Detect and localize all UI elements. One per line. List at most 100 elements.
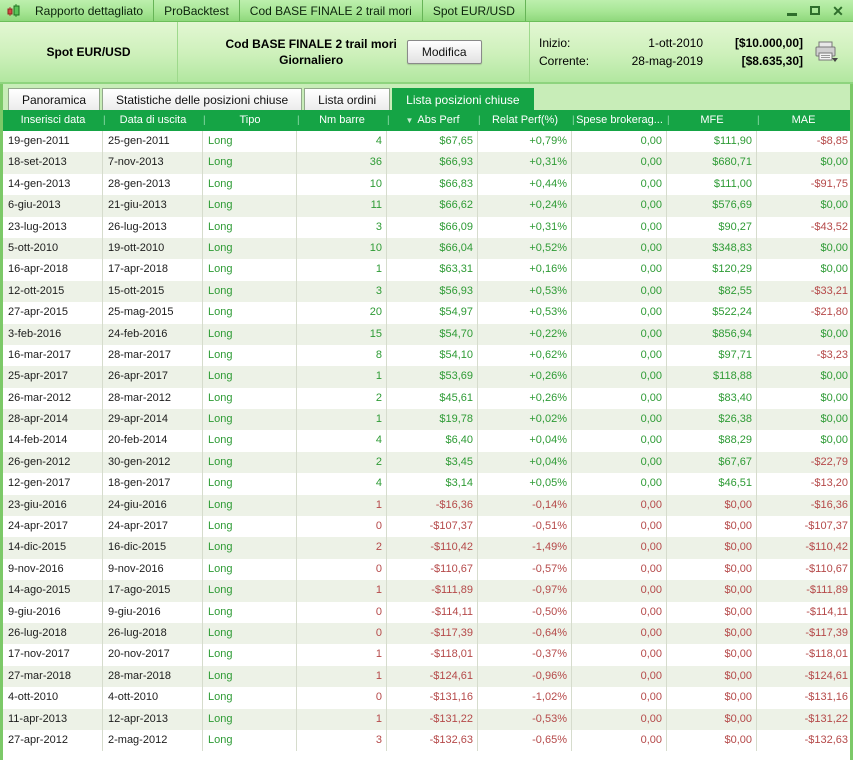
cell-exit: 25-mag-2015: [103, 302, 203, 324]
cell-abs: -$110,42: [387, 537, 478, 559]
column-header-abs-perf[interactable]: ▼Abs Perf: [387, 110, 478, 131]
table-row[interactable]: 4-ott-2010 4-ott-2010 Long 0 -$131,16 -1,02% 0…: [3, 687, 850, 709]
cell-mae: -$132,63: [757, 729, 850, 752]
column-header-mae[interactable]: MAE: [757, 110, 850, 131]
cell-entry: 12-gen-2017: [3, 473, 103, 495]
cell-relat: +0,31%: [478, 152, 572, 174]
titlebar-tab-rapporto-dettagliato[interactable]: Rapporto dettagliato: [25, 0, 155, 21]
table-row[interactable]: 6-giu-2013 21-giu-2013 Long 11 $66,62 +0,24% 0…: [3, 195, 850, 217]
column-header-relat-perf[interactable]: Relat Perf(%): [478, 110, 572, 131]
column-header-mfe[interactable]: MFE: [667, 110, 757, 131]
table-row[interactable]: 3-feb-2016 24-feb-2016 Long 15 $54,70 +0,22% 0…: [3, 323, 850, 345]
titlebar-drag-area[interactable]: [526, 0, 785, 21]
cell-abs: $66,09: [387, 216, 478, 238]
modify-button[interactable]: Modifica: [406, 40, 482, 64]
table-row[interactable]: 18-set-2013 7-nov-2013 Long 36 $66,93 +0,31% 0…: [3, 152, 850, 174]
cell-tipo: Long: [203, 195, 297, 217]
table-row[interactable]: 14-feb-2014 20-feb-2014 Long 4 $6,40 +0,04% 0,…: [3, 430, 850, 452]
table-row[interactable]: 23-giu-2016 24-giu-2016 Long 1 -$16,36 -0,14%…: [3, 494, 850, 517]
table-row[interactable]: 19-gen-2011 25-gen-2011 Long 4 $67,65 +0,79% 0…: [3, 131, 850, 153]
cell-mae: -$13,20: [757, 473, 850, 495]
cell-tipo: Long: [203, 366, 297, 388]
report-header: Spot EUR/USD Cod BASE FINALE 2 trail mor…: [0, 22, 853, 84]
cell-entry: 24-apr-2017: [3, 516, 103, 538]
cell-abs: $66,83: [387, 173, 478, 196]
cell-exit: 28-mar-2017: [103, 344, 203, 367]
cell-mae: -$8,85: [757, 131, 850, 153]
table-row[interactable]: 14-dic-2015 16-dic-2015 Long 2 -$110,42 -1,49…: [3, 537, 850, 559]
cell-relat: -0,65%: [478, 729, 572, 752]
cell-abs: -$111,89: [387, 580, 478, 602]
table-row[interactable]: 12-ott-2015 15-ott-2015 Long 3 $56,93 +0,53% 0…: [3, 280, 850, 303]
table-row[interactable]: 26-gen-2012 30-gen-2012 Long 2 $3,45 +0,04% 0,…: [3, 451, 850, 474]
table-row[interactable]: 16-apr-2018 17-apr-2018 Long 1 $63,31 +0,16% 0…: [3, 259, 850, 281]
table-row[interactable]: 25-apr-2017 26-apr-2017 Long 1 $53,69 +0,26% 0…: [3, 366, 850, 388]
corrente-value: [$8.635,30]: [741, 54, 803, 68]
table-row[interactable]: 27-apr-2012 2-mag-2012 Long 3 -$132,63 -0,65%…: [3, 729, 850, 752]
titlebar-tab-cod-base-finale-2-trail-mori[interactable]: Cod BASE FINALE 2 trail mori: [240, 0, 423, 21]
cell-exit: 28-mar-2018: [103, 665, 203, 688]
table-row[interactable]: 5-ott-2010 19-ott-2010 Long 10 $66,04 +0,52% 0…: [3, 237, 850, 260]
table-row[interactable]: 27-mar-2018 28-mar-2018 Long 1 -$124,61 -0,96…: [3, 665, 850, 688]
cell-abs: $54,70: [387, 323, 478, 345]
cell-tipo: Long: [203, 152, 297, 174]
cell-barre: 0: [297, 601, 387, 623]
cell-spese: 0,00: [572, 430, 667, 452]
column-header-spese-brokerag[interactable]: Spese brokerag...: [572, 110, 667, 131]
cell-barre: 1: [297, 644, 387, 666]
cell-entry: 14-dic-2015: [3, 537, 103, 559]
table-row[interactable]: 24-apr-2017 24-apr-2017 Long 0 -$107,37 -0,51…: [3, 516, 850, 538]
inizio-value: [$10.000,00]: [734, 36, 803, 50]
column-header-nm-barre[interactable]: Nm barre: [297, 110, 387, 131]
titlebar-tab-spot-eur-usd[interactable]: Spot EUR/USD: [423, 0, 526, 21]
table-row[interactable]: 28-apr-2014 29-apr-2014 Long 1 $19,78 +0,02% 0…: [3, 409, 850, 431]
cell-mfe: $26,38: [667, 409, 757, 431]
cell-mae: -$21,80: [757, 302, 850, 324]
minimize-icon[interactable]: [785, 4, 799, 18]
cell-tipo: Long: [203, 494, 297, 517]
table-row[interactable]: 12-gen-2017 18-gen-2017 Long 4 $3,14 +0,05% 0,…: [3, 473, 850, 495]
cell-abs: $54,97: [387, 302, 478, 324]
table-row[interactable]: 14-ago-2015 17-ago-2015 Long 1 -$111,89 -0,97…: [3, 580, 850, 602]
column-header-inserisci-data[interactable]: Inserisci data: [3, 110, 103, 131]
table-row[interactable]: 23-lug-2013 26-lug-2013 Long 3 $66,09 +0,31% 0…: [3, 216, 850, 238]
table-row[interactable]: 26-mar-2012 28-mar-2012 Long 2 $45,61 +0,26% 0…: [3, 387, 850, 410]
table-row[interactable]: 17-nov-2017 20-nov-2017 Long 1 -$118,01 -0,37…: [3, 644, 850, 666]
column-header-tipo[interactable]: Tipo: [203, 110, 297, 131]
cell-barre: 0: [297, 558, 387, 581]
cell-tipo: Long: [203, 237, 297, 260]
table-row[interactable]: 27-apr-2015 25-mag-2015 Long 20 $54,97 +0,53%…: [3, 302, 850, 324]
cell-mae: -$124,61: [757, 665, 850, 688]
cell-exit: 7-nov-2013: [103, 152, 203, 174]
table-row[interactable]: 14-gen-2013 28-gen-2013 Long 10 $66,83 +0,44%…: [3, 173, 850, 196]
column-header-data-di-uscita[interactable]: Data di uscita: [103, 110, 203, 131]
cell-mfe: $522,24: [667, 302, 757, 324]
cell-tipo: Long: [203, 173, 297, 196]
cell-abs: -$107,37: [387, 516, 478, 538]
titlebar-tab-probacktest[interactable]: ProBacktest: [154, 0, 240, 21]
tab-lista-posizioni-chiuse[interactable]: Lista posizioni chiuse: [392, 88, 534, 110]
cell-entry: 3-feb-2016: [3, 323, 103, 345]
cell-entry: 25-apr-2017: [3, 366, 103, 388]
instrument-name: Spot EUR/USD: [0, 22, 178, 82]
table-row[interactable]: 11-apr-2013 12-apr-2013 Long 1 -$131,22 -0,53…: [3, 708, 850, 730]
close-icon[interactable]: ✕: [831, 4, 845, 18]
table-row[interactable]: 9-nov-2016 9-nov-2016 Long 0 -$110,67 -0,57% 0…: [3, 558, 850, 581]
print-icon[interactable]: [813, 40, 839, 64]
cell-relat: +0,02%: [478, 409, 572, 431]
maximize-icon[interactable]: [808, 4, 822, 18]
cell-tipo: Long: [203, 665, 297, 688]
tab-panoramica[interactable]: Panoramica: [8, 88, 101, 110]
cell-spese: 0,00: [572, 451, 667, 474]
cell-mfe: $111,00: [667, 173, 757, 196]
cell-mfe: $0,00: [667, 665, 757, 688]
cell-mae: -$131,16: [757, 687, 850, 709]
table-row[interactable]: 26-lug-2018 26-lug-2018 Long 0 -$117,39 -0,64…: [3, 622, 850, 645]
tab-lista-ordini[interactable]: Lista ordini: [304, 88, 391, 110]
cell-exit: 12-apr-2013: [103, 708, 203, 730]
cell-spese: 0,00: [572, 580, 667, 602]
table-row[interactable]: 9-giu-2016 9-giu-2016 Long 0 -$114,11 -0,50% 0…: [3, 601, 850, 623]
table-row[interactable]: 16-mar-2017 28-mar-2017 Long 8 $54,10 +0,62% 0…: [3, 344, 850, 367]
cell-tipo: Long: [203, 451, 297, 474]
tab-statistiche-delle-posizioni-chiuse[interactable]: Statistiche delle posizioni chiuse: [102, 88, 303, 110]
